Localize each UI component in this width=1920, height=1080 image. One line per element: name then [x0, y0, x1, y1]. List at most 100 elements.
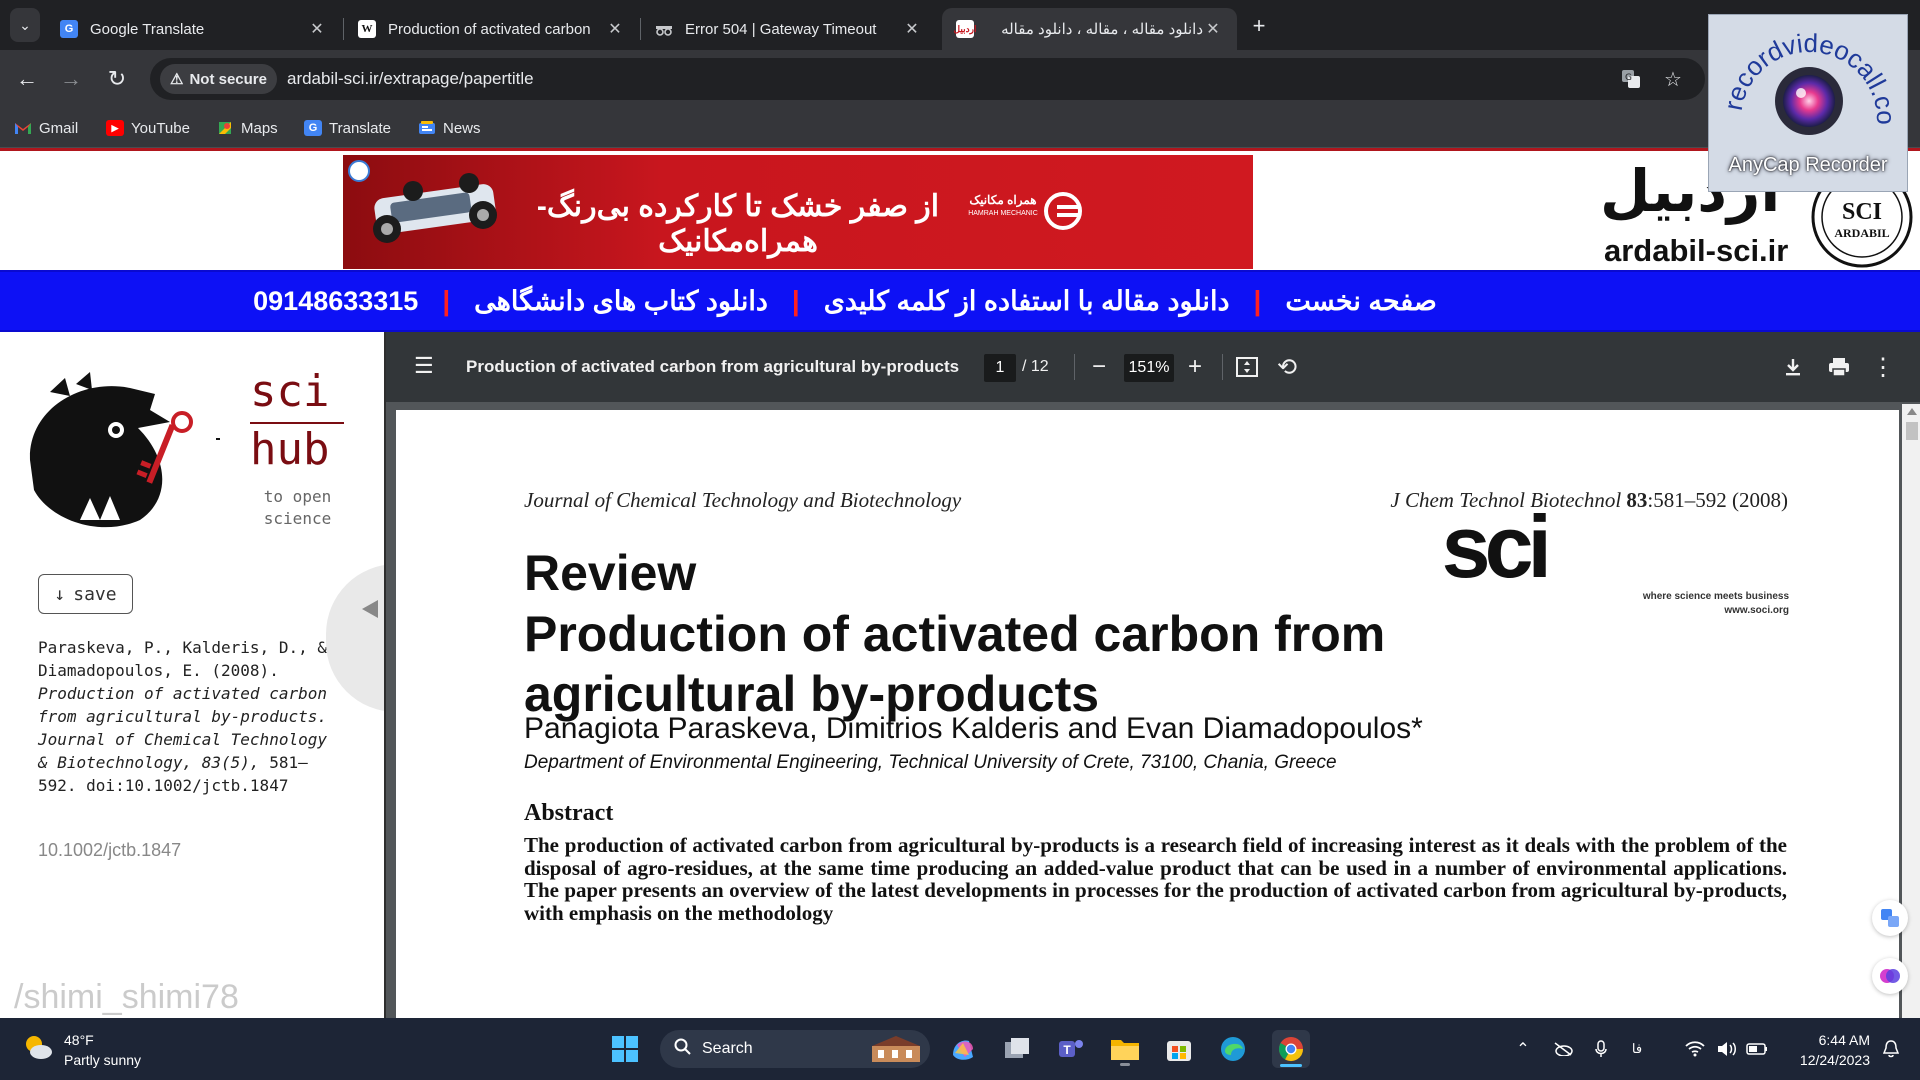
address-bar[interactable]: ⚠ Not secure ardabil-sci.ir/extrapage/pa…: [150, 58, 1705, 100]
bookmark-label: Maps: [241, 119, 278, 137]
reload-button[interactable]: ↻: [102, 64, 132, 94]
save-button[interactable]: ↓ save: [38, 574, 133, 614]
zoom-out-button[interactable]: −: [1084, 351, 1114, 383]
taskbar-copilot[interactable]: [944, 1030, 982, 1068]
zoom-in-button[interactable]: +: [1180, 351, 1210, 383]
translate-page-icon[interactable]: G: [1618, 66, 1644, 92]
bookmark-news[interactable]: News: [418, 116, 481, 140]
rotate-button[interactable]: ⟲: [1272, 351, 1302, 383]
triangle-left-icon: [362, 600, 378, 618]
site-nav: صفحه نخست | دانلود مقاله با استفاده از ک…: [0, 270, 1920, 332]
nav-phone-number[interactable]: 09148633315: [253, 286, 418, 317]
battery-icon[interactable]: [1746, 1038, 1768, 1060]
bookmark-translate[interactable]: G Translate: [304, 116, 391, 140]
journal-pages: :581–592 (2008): [1647, 488, 1788, 512]
nav-separator: |: [442, 285, 451, 316]
partly-sunny-icon[interactable]: [22, 1032, 54, 1064]
onedrive-offline-icon[interactable]: [1552, 1038, 1574, 1060]
clock-time[interactable]: 6:44 AM: [1784, 1032, 1870, 1048]
scroll-thumb[interactable]: [1906, 422, 1918, 440]
tab-google-translate[interactable]: G Google Translate ✕: [46, 8, 341, 50]
bookmark-maps[interactable]: Maps: [216, 116, 278, 140]
car-chassis-icon: [373, 173, 497, 243]
edge-icon: [1221, 1037, 1245, 1061]
svg-text:SCI: SCI: [1842, 199, 1882, 225]
taskbar-chrome[interactable]: [1272, 1030, 1310, 1068]
tab-close-button[interactable]: ✕: [307, 19, 327, 39]
side-assistant-button[interactable]: [1872, 958, 1908, 994]
download-button[interactable]: [1778, 351, 1808, 383]
clock-date[interactable]: 12/24/2023: [1784, 1052, 1870, 1068]
scihub-word-sci: sci: [250, 366, 330, 417]
weather-temperature[interactable]: 48°F: [64, 1032, 94, 1048]
bookmark-gmail[interactable]: Gmail: [14, 116, 78, 140]
maps-icon: [216, 120, 234, 136]
tab-error-504[interactable]: Error 504 | Gateway Timeout ✕: [641, 8, 936, 50]
show-hidden-icons-button[interactable]: ⌃: [1512, 1038, 1534, 1060]
tab-close-button[interactable]: ✕: [902, 19, 922, 39]
taskbar-file-explorer[interactable]: [1106, 1030, 1144, 1068]
taskbar-search[interactable]: Search: [660, 1030, 930, 1068]
paper-title: Production of activated carbon from agri…: [524, 606, 1386, 722]
tab-production-activated-carbon[interactable]: W Production of activated carbon ✕: [344, 8, 639, 50]
translate-bubble-icon: [1881, 909, 1899, 927]
security-chip[interactable]: ⚠ Not secure: [160, 64, 277, 94]
scihub-word-hub: hub: [250, 424, 330, 475]
tab-search-button[interactable]: ⌄: [10, 8, 40, 42]
nav-home[interactable]: صفحه نخست: [1285, 286, 1437, 317]
pdf-toolbar: ☰ Production of activated carbon from ag…: [386, 332, 1920, 402]
site-domain[interactable]: ardabil-sci.ir: [1604, 233, 1788, 269]
bookmark-star-icon[interactable]: ☆: [1660, 66, 1686, 92]
taskbar-edge[interactable]: [1214, 1030, 1252, 1068]
notification-bell-icon[interactable]: [1880, 1038, 1902, 1060]
bookmark-youtube[interactable]: ▶ YouTube: [106, 116, 190, 140]
taskbar-teams[interactable]: T: [1052, 1030, 1090, 1068]
nav-university-books[interactable]: دانلود کتاب های دانشگاهی: [474, 286, 768, 317]
browser-toolbar: ← → ↻ ⚠ Not secure ardabil-sci.ir/extrap…: [0, 50, 1920, 108]
volume-icon[interactable]: [1716, 1038, 1738, 1060]
bookmark-label: YouTube: [131, 119, 190, 137]
nav-separator: |: [1253, 285, 1262, 316]
incognito-icon: [655, 20, 673, 38]
url-text[interactable]: ardabil-sci.ir/extrapage/papertitle: [287, 69, 534, 89]
paper-affiliation: Department of Environmental Engineering,…: [524, 752, 1337, 773]
forward-button[interactable]: →: [56, 64, 86, 94]
side-translate-button[interactable]: [1872, 900, 1908, 936]
tab-close-button[interactable]: ✕: [605, 19, 625, 39]
new-tab-button[interactable]: +: [1245, 12, 1273, 40]
more-options-button[interactable]: ⋮: [1868, 351, 1898, 383]
plus-icon: +: [1187, 353, 1202, 380]
microphone-icon[interactable]: [1590, 1038, 1612, 1060]
wikipedia-icon: W: [358, 20, 376, 38]
start-button[interactable]: [606, 1030, 644, 1068]
taskbar-store[interactable]: [1160, 1030, 1198, 1068]
wifi-icon[interactable]: [1684, 1038, 1706, 1060]
doi-link[interactable]: 10.1002/jctb.1847: [38, 840, 181, 861]
windows-taskbar: 48°F Partly sunny Search T ⌃ فا 6:44 AM …: [0, 1018, 1920, 1080]
ad-brand: همراه مکانیک HAMRAH MECHANIC: [968, 193, 1038, 217]
journal-name: Journal of Chemical Technology and Biote…: [524, 488, 962, 512]
hamburger-menu-icon[interactable]: ☰: [414, 354, 438, 378]
running-indicator: [1120, 1063, 1130, 1066]
soci-logo: sci: [1441, 497, 1552, 596]
weather-description[interactable]: Partly sunny: [64, 1052, 141, 1068]
scroll-up-arrow-icon[interactable]: [1907, 408, 1917, 415]
printer-icon: [1829, 358, 1849, 377]
nav-keyword-download[interactable]: دانلود مقاله با استفاده از کلمه کلیدی: [824, 286, 1230, 317]
taskbar-task-view[interactable]: [998, 1030, 1036, 1068]
scihub-raven-logo-icon[interactable]: [20, 370, 220, 530]
fit-page-button[interactable]: [1232, 351, 1262, 383]
arrow-left-icon: ←: [16, 66, 38, 91]
tab-ardabil-sci[interactable]: اردبیل دانلود مقاله ، مقاله ، دانلود مقا…: [942, 8, 1237, 50]
anycap-recorder-widget[interactable]: recordvideocall.com AnyCap Recorder: [1698, 0, 1908, 192]
print-button[interactable]: [1824, 351, 1854, 383]
tab-close-button[interactable]: ✕: [1203, 19, 1223, 39]
page-number-input[interactable]: 1: [984, 354, 1016, 382]
bookmark-label: Translate: [329, 119, 391, 137]
watermark-text: /shimi_shimi78: [14, 978, 239, 1016]
ad-banner[interactable]: از صفر خشک تا کارکرده بی‌رنگ-همراه‌مکانی…: [343, 155, 1253, 269]
chevron-down-icon: ⌄: [19, 16, 31, 33]
input-language[interactable]: فا: [1626, 1038, 1648, 1060]
zoom-level-input[interactable]: 151%: [1124, 354, 1174, 382]
back-button[interactable]: ←: [12, 64, 42, 94]
